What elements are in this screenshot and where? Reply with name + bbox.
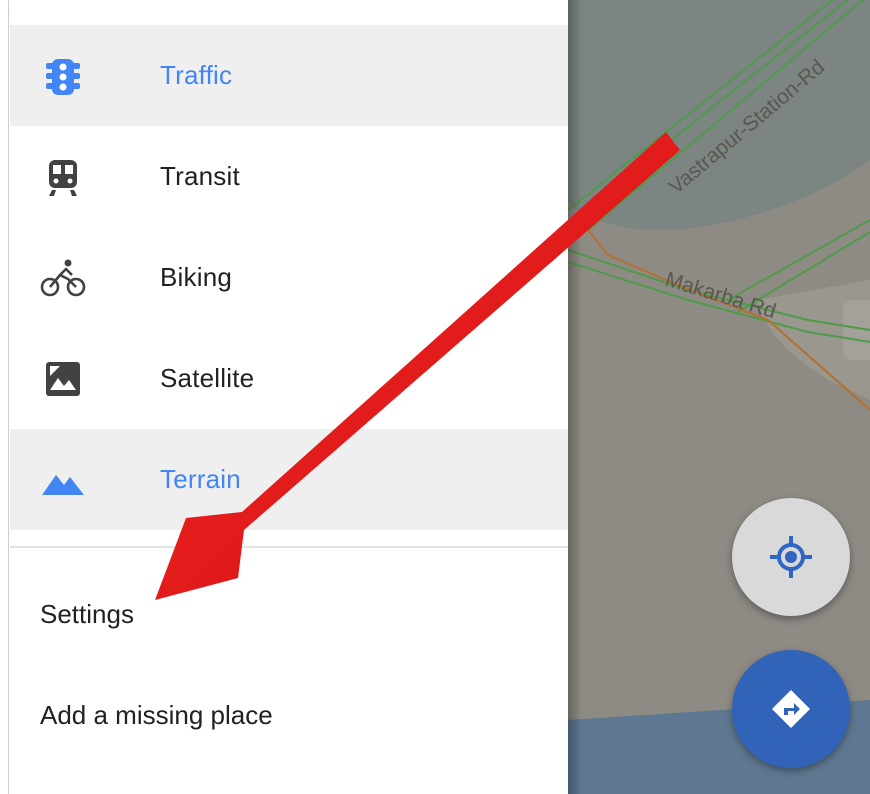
layer-item-biking[interactable]: Biking [10,227,568,328]
layers-drawer: Traffic Transit Biking Satellite Terrain… [10,0,568,794]
layer-item-terrain[interactable]: Terrain [10,429,568,530]
directions-icon [772,690,810,728]
layer-label-biking: Biking [160,262,233,292]
window-left-edge [0,0,9,794]
mountain-icon [42,475,84,495]
layer-label-traffic: Traffic [160,60,233,90]
settings-menu-item[interactable]: Settings [40,584,134,644]
menu-divider [10,546,568,548]
bicycle-icon [40,259,86,297]
drawer-shadow [568,0,582,794]
satellite-image-icon [46,362,80,396]
layer-label-satellite: Satellite [160,363,255,393]
my-location-button[interactable] [732,498,850,616]
traffic-light-icon [46,59,80,95]
layer-item-traffic[interactable]: Traffic [10,25,568,126]
directions-button[interactable] [732,650,850,768]
layer-label-terrain: Terrain [160,464,241,494]
my-location-icon [770,536,812,578]
layer-item-satellite[interactable]: Satellite [10,328,568,429]
layer-item-transit[interactable]: Transit [10,126,568,227]
layer-label-transit: Transit [160,161,240,191]
add-missing-place-menu-item[interactable]: Add a missing place [40,685,273,745]
train-icon [49,160,77,196]
